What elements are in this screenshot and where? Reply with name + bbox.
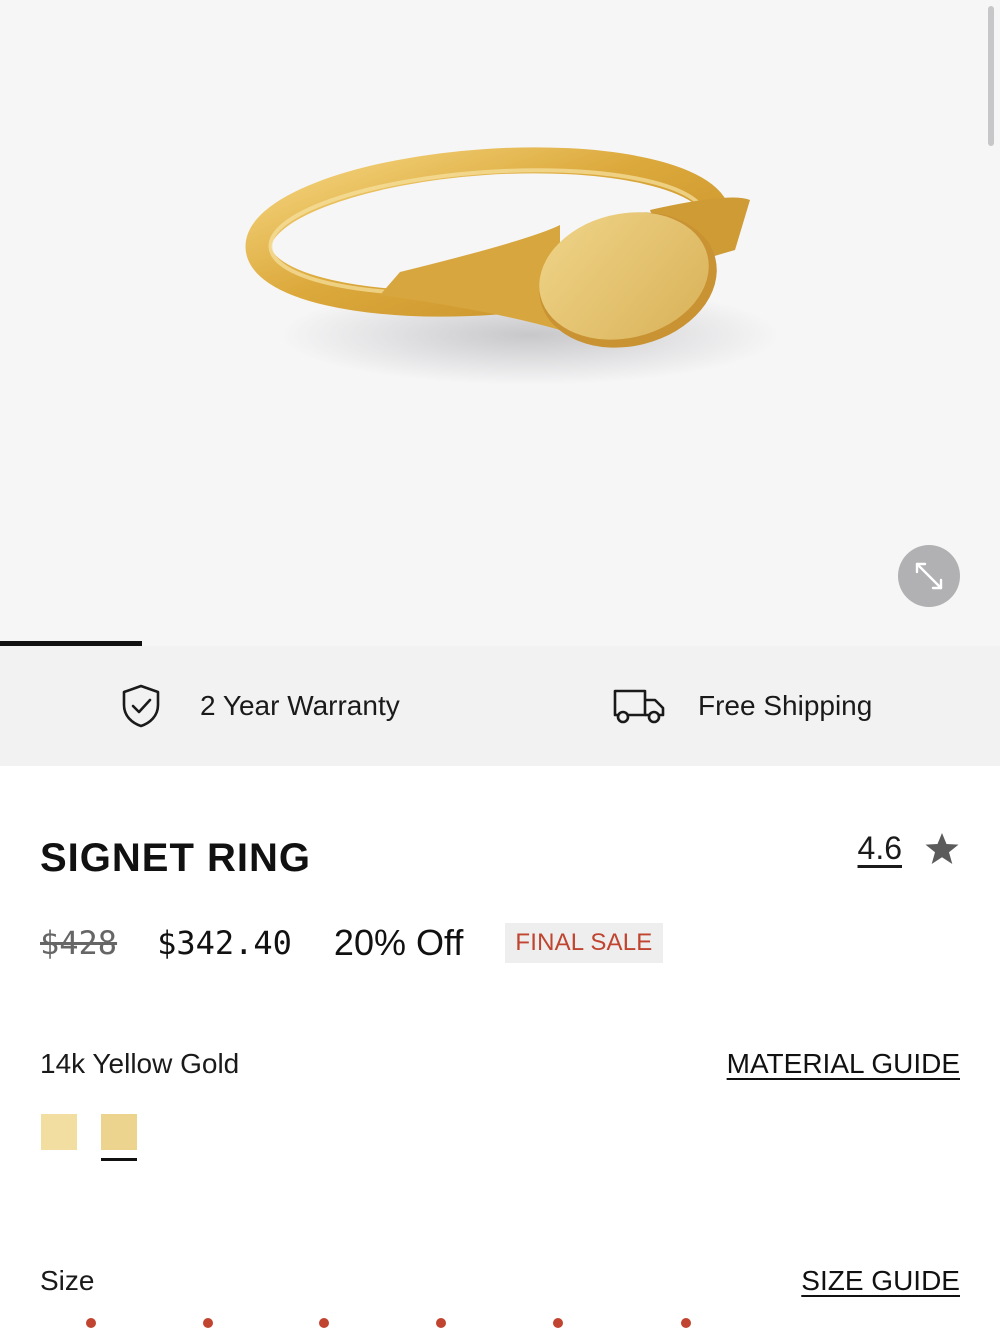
material-swatch[interactable] [41, 1114, 77, 1150]
product-image-gallery[interactable] [0, 0, 1000, 646]
size-option-dot[interactable] [553, 1318, 563, 1328]
size-label: Size [40, 1265, 95, 1296]
selected-material-label: 14k Yellow Gold [40, 1048, 240, 1079]
discount-label: 20% Off [333, 922, 464, 963]
size-option-dot[interactable] [319, 1318, 329, 1328]
size-option-dot[interactable] [681, 1318, 691, 1328]
size-option-dot[interactable] [86, 1318, 96, 1328]
sale-price: $342.40 [157, 924, 292, 962]
product-image [245, 147, 780, 385]
final-sale-badge: FINAL SALE [505, 923, 663, 963]
rating-value-link[interactable]: 4.6 [858, 830, 902, 867]
selected-swatch-indicator [101, 1158, 137, 1161]
warranty-label: 2 Year Warranty [200, 690, 400, 721]
star-icon [925, 832, 959, 864]
truck-icon [613, 689, 665, 724]
size-option-dot[interactable] [203, 1318, 213, 1328]
product-title: SIGNET RING [40, 836, 312, 880]
material-swatch-selected[interactable] [101, 1114, 137, 1150]
price-row: $428 $342.40 20% Off FINAL SALE [40, 920, 663, 966]
size-guide-link[interactable]: SIZE GUIDE [801, 1265, 960, 1297]
expand-arrows-icon [915, 562, 943, 590]
benefits-bar: 2 Year Warranty Free Shipping [0, 646, 1000, 766]
shipping-benefit: Free Shipping [612, 646, 872, 766]
warranty-benefit: 2 Year Warranty [120, 646, 400, 766]
shield-check-icon [122, 684, 160, 728]
shipping-label: Free Shipping [698, 690, 873, 721]
page-scrollbar[interactable] [988, 6, 994, 146]
original-price: $428 [40, 924, 118, 962]
product-rating[interactable]: 4.6 [858, 830, 960, 867]
size-option-dot[interactable] [436, 1318, 446, 1328]
expand-image-button[interactable] [898, 545, 960, 607]
material-guide-link[interactable]: MATERIAL GUIDE [727, 1048, 960, 1080]
